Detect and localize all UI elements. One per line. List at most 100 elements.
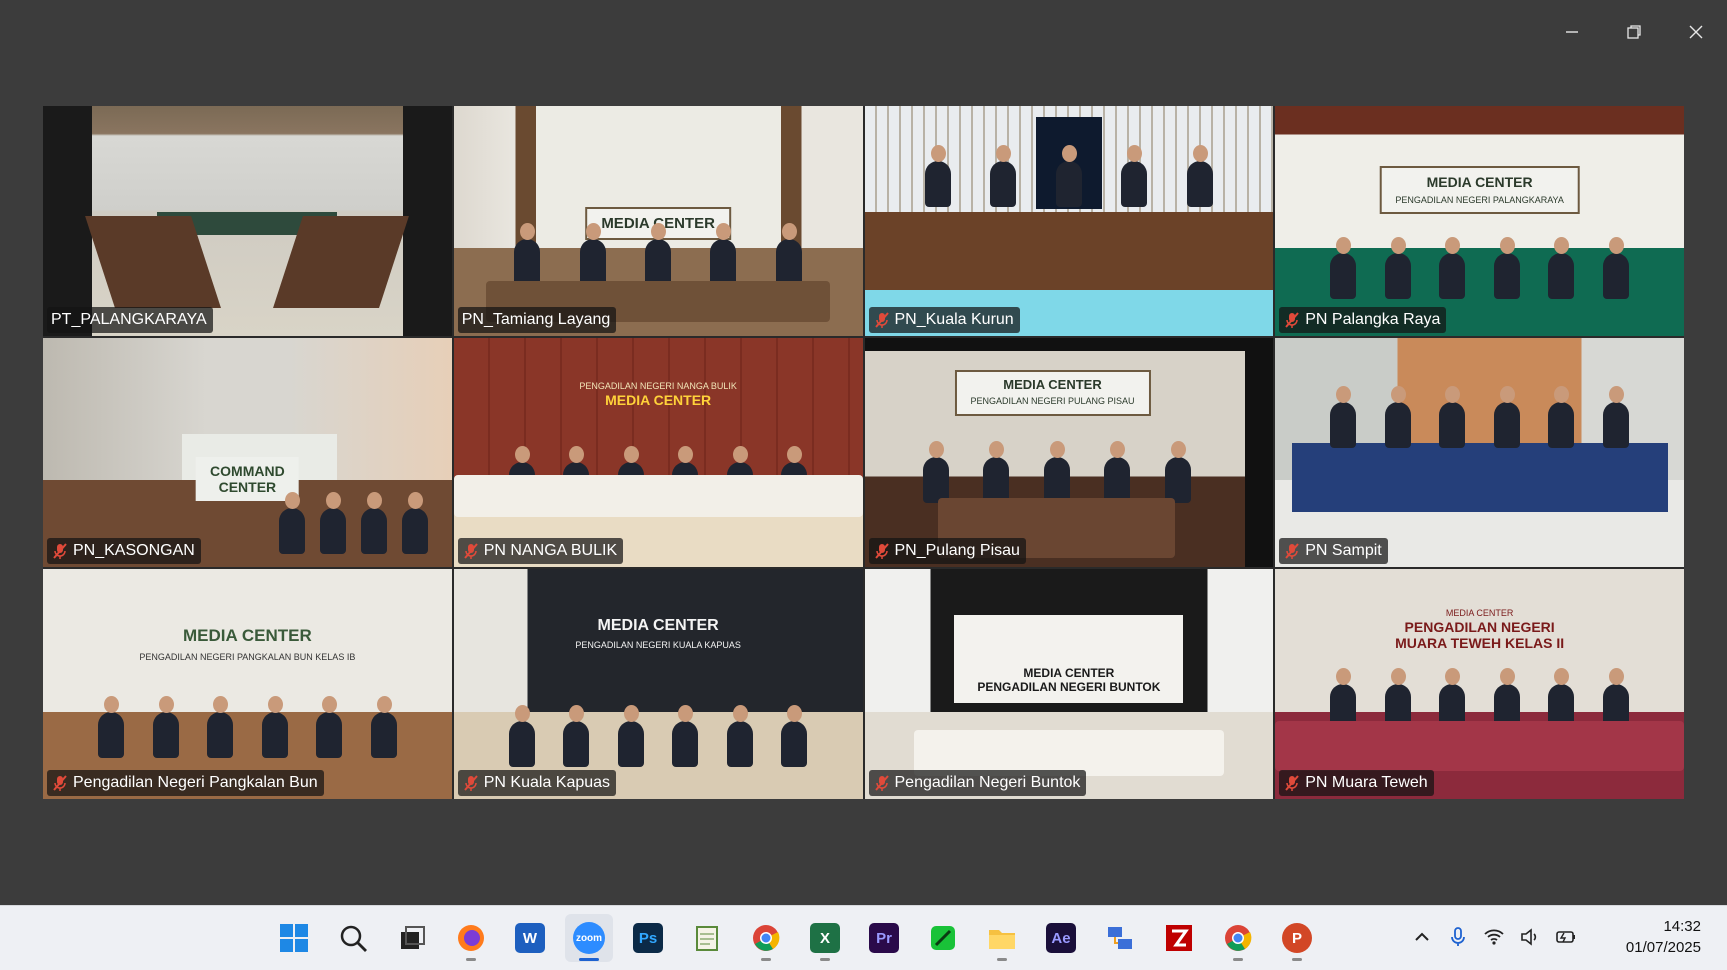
system-tray bbox=[1411, 926, 1577, 948]
video-tile-pn-nanga-bulik[interactable]: PENGADILAN NEGERI NANGA BULIK MEDIA CENTE… bbox=[453, 337, 863, 568]
sign-text: MEDIA CENTER bbox=[182, 625, 312, 645]
sign-subtext: PENGADILAN NEGERI BUNTOK bbox=[977, 679, 1161, 694]
participant-name: PN_Kuala Kurun bbox=[894, 310, 1014, 328]
start-icon bbox=[280, 924, 308, 952]
mic-muted-icon bbox=[1285, 543, 1300, 560]
mic-muted-icon bbox=[874, 775, 889, 791]
participant-name: PN_Tamiang Layang bbox=[461, 310, 611, 328]
after-effects-icon: Ae bbox=[1046, 923, 1076, 953]
photoshop-label: Ps bbox=[638, 929, 658, 947]
close-button[interactable] bbox=[1665, 12, 1727, 52]
sign-text: MEDIA CENTER bbox=[597, 616, 719, 634]
microphone-icon[interactable] bbox=[1447, 926, 1469, 948]
sign-text: MEDIA CENTER bbox=[1426, 173, 1533, 190]
mic-muted-icon bbox=[53, 775, 67, 791]
video-tile-pn-kuala-kapuas[interactable]: MEDIA CENTER PENGADILAN NEGERI KUALA KAPU… bbox=[453, 569, 863, 799]
file-explorer-icon bbox=[989, 930, 1015, 949]
after-effects-button[interactable]: Ae bbox=[1037, 914, 1085, 962]
participant-name: Pengadilan Negeri Pangkalan Bun bbox=[73, 774, 318, 791]
chrome-icon bbox=[753, 925, 780, 951]
participant-name-tag: PN_Kuala Kurun bbox=[868, 306, 1020, 333]
sign-subtext: PENGADILAN NEGERI PULANG PISAU bbox=[970, 395, 1135, 406]
volume-icon[interactable] bbox=[1519, 926, 1541, 948]
video-tile-pn-buntok[interactable]: MEDIA CENTER PENGADILAN NEGERI BUNTOK Pen… bbox=[864, 569, 1274, 799]
restore-button[interactable] bbox=[1603, 12, 1665, 52]
system-clock[interactable]: 14:32 01/07/2025 bbox=[1626, 916, 1701, 958]
participant-name: Pengadilan Negeri Buntok bbox=[894, 774, 1081, 791]
participant-name: PN NANGA BULIK bbox=[483, 542, 618, 560]
participant-name: PN_Pulang Pisau bbox=[894, 542, 1020, 560]
premiere-label: Pr bbox=[876, 929, 892, 947]
video-tile-pn-pangkalan-bun[interactable]: MEDIA CENTER PENGADILAN NEGERI PANGKALAN … bbox=[43, 569, 452, 799]
participant-name: PN Sampit bbox=[1305, 542, 1382, 560]
participant-name-tag: PN Kuala Kapuas bbox=[457, 770, 617, 796]
excel-button[interactable]: X bbox=[801, 914, 849, 962]
zoom-icon: zoom bbox=[573, 922, 605, 954]
task-view-icon bbox=[401, 926, 425, 949]
sign-subtext: MUARA TEWEH KELAS II bbox=[1395, 635, 1565, 652]
participant-name-tag: Pengadilan Negeri Buntok bbox=[868, 770, 1087, 796]
video-tile-pt-palangkaraya[interactable]: PT_PALANGKARAYA bbox=[43, 106, 452, 336]
video-tile-pn-muara-teweh[interactable]: MEDIA CENTER PENGADILAN NEGERI MUARA TEWEH… bbox=[1275, 569, 1684, 799]
word-button[interactable]: W bbox=[506, 914, 554, 962]
video-tile-pn-sampit[interactable]: PN Sampit bbox=[1275, 337, 1684, 568]
sign-subtext: PENGADILAN NEGERI PANGKALAN BUN KELAS IB bbox=[139, 652, 356, 663]
video-tile-pn-palangka-raya[interactable]: MEDIA CENTER PENGADILAN NEGERI PALANGKARA… bbox=[1275, 106, 1684, 336]
participant-name: PN Muara Teweh bbox=[1305, 774, 1428, 791]
video-tile-pn-tamiang-layang[interactable]: MEDIA CENTER PN_Tamiang Layang bbox=[453, 106, 863, 336]
battery-icon[interactable] bbox=[1555, 926, 1577, 948]
sign-text: CENTER bbox=[218, 479, 277, 496]
participant-name: PN Kuala Kapuas bbox=[483, 774, 611, 791]
mic-muted-icon bbox=[1285, 312, 1300, 328]
task-view-button[interactable] bbox=[388, 914, 436, 962]
mic-muted-icon bbox=[1285, 775, 1300, 791]
mic-muted-icon bbox=[874, 543, 889, 560]
video-tile-pn-pulang-pisau[interactable]: MEDIA CENTER PENGADILAN NEGERI PULANG PIS… bbox=[864, 337, 1274, 568]
participant-name-tag: PT_PALANGKARAYA bbox=[47, 306, 213, 333]
sign-subtext: PENGADILAN NEGERI PALANGKARAYA bbox=[1395, 194, 1564, 205]
excel-label: X bbox=[819, 929, 830, 947]
video-tile-pn-kuala-kurun[interactable]: PN_Kuala Kurun bbox=[864, 106, 1274, 336]
participant-name: PN Palangka Raya bbox=[1305, 310, 1441, 328]
zoom-label: zoom bbox=[575, 932, 603, 944]
taskbar-apps: W zoom Ps X Pr Ae P bbox=[270, 914, 1321, 962]
premiere-icon: Pr bbox=[869, 923, 899, 953]
participant-name-tag: PN NANGA BULIK bbox=[457, 538, 624, 565]
photoshop-button[interactable]: Ps bbox=[624, 914, 672, 962]
file-explorer-button[interactable] bbox=[978, 914, 1026, 962]
mic-muted-icon bbox=[463, 775, 478, 791]
firefox-button[interactable] bbox=[447, 914, 495, 962]
premiere-button[interactable]: Pr bbox=[860, 914, 908, 962]
participant-name-tag: PN Sampit bbox=[1279, 538, 1388, 565]
mic-muted-icon bbox=[874, 312, 889, 328]
participant-name-tag: PN_Pulang Pisau bbox=[868, 538, 1026, 565]
clock-time: 14:32 bbox=[1663, 918, 1701, 935]
video-gallery: PT_PALANGKARAYA MEDIA CENTER PN_Tamiang … bbox=[43, 106, 1684, 799]
network-icon bbox=[1108, 927, 1132, 949]
chrome-profile-button[interactable] bbox=[1214, 914, 1262, 962]
green-app-button[interactable] bbox=[919, 914, 967, 962]
search-button[interactable] bbox=[329, 914, 377, 962]
sign-subtext: PENGADILAN NEGERI NANGA BULIK bbox=[579, 380, 737, 391]
chrome-button[interactable] bbox=[742, 914, 790, 962]
participant-name-tag: PN_KASONGAN bbox=[47, 538, 201, 565]
zoom-button[interactable]: zoom bbox=[565, 914, 613, 962]
close-icon bbox=[1689, 25, 1703, 39]
powerpoint-button[interactable]: P bbox=[1273, 914, 1321, 962]
wifi-icon[interactable] bbox=[1483, 926, 1505, 948]
word-icon: W bbox=[515, 923, 545, 953]
sign-text: MEDIA CENTER bbox=[1023, 666, 1115, 681]
chevron-up-icon[interactable] bbox=[1411, 926, 1433, 948]
video-tile-pn-kasongan[interactable]: COMMAND CENTER PN_KASONGAN bbox=[43, 337, 452, 568]
clock-date: 01/07/2025 bbox=[1625, 939, 1701, 956]
network-app-button[interactable] bbox=[1096, 914, 1144, 962]
start-button[interactable] bbox=[270, 914, 318, 962]
notepad-button[interactable] bbox=[683, 914, 731, 962]
minimize-icon bbox=[1566, 31, 1578, 33]
filezilla-button[interactable] bbox=[1155, 914, 1203, 962]
excel-icon: X bbox=[810, 923, 840, 953]
after-effects-label: Ae bbox=[1051, 929, 1071, 947]
sign-subtext: PENGADILAN NEGERI bbox=[1404, 618, 1555, 635]
sign-text: MEDIA CENTER bbox=[1445, 607, 1514, 618]
minimize-button[interactable] bbox=[1541, 12, 1603, 52]
